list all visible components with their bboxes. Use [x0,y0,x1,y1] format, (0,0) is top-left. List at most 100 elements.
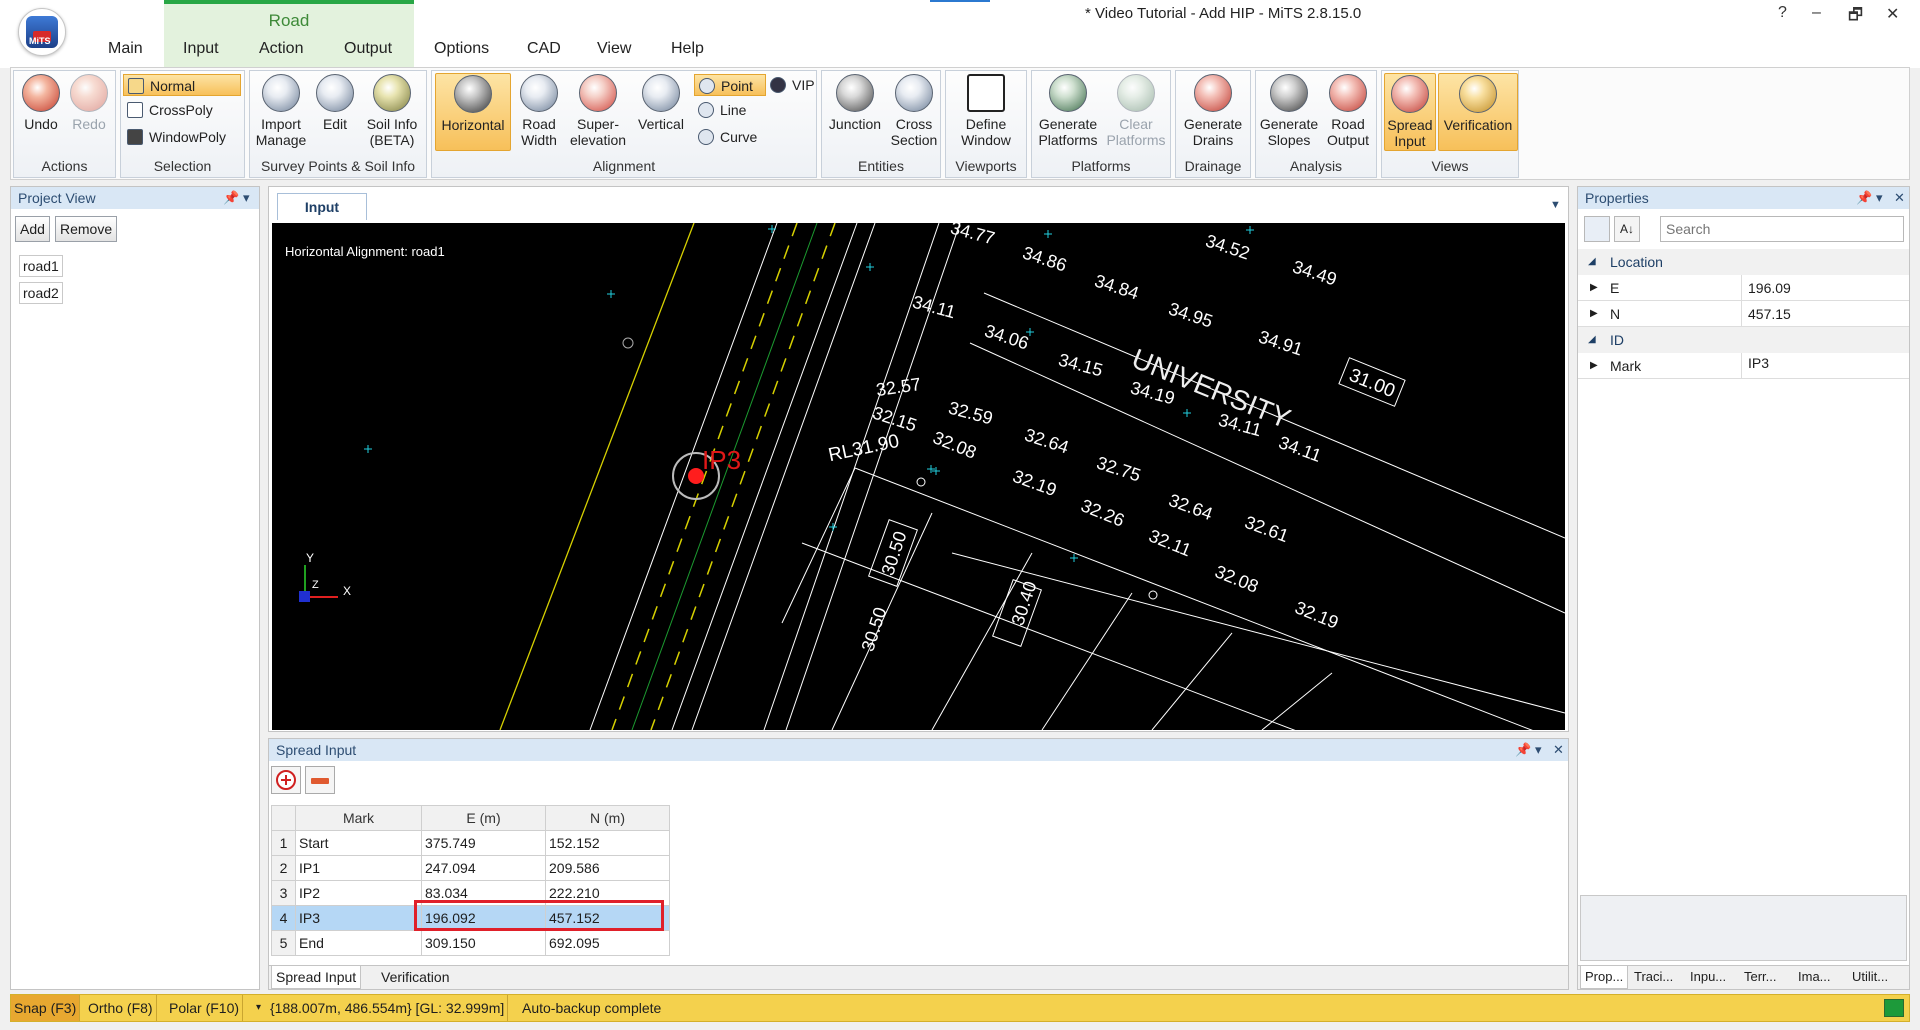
tab-help[interactable]: Help [671,40,704,58]
generate-slopes-button[interactable]: Generate Slopes [1258,73,1320,148]
line-mode-button[interactable]: Line [694,99,766,121]
cell-n[interactable]: 152.152 [545,830,670,856]
category-location[interactable]: ◢ Location [1578,249,1909,275]
cell-mark[interactable]: IP2 [295,880,422,906]
spread-input-button[interactable]: Spread Input [1384,73,1436,151]
cell-e[interactable]: 309.150 [421,930,546,956]
close-panel-icon[interactable]: ✕ [1894,187,1905,209]
tab-input-document[interactable]: Input [277,193,367,220]
col-header-e[interactable]: E (m) [421,805,546,831]
panel-menu-icon[interactable]: ▾ [1876,187,1883,209]
table-row[interactable]: 5 End 309.150 692.095 [271,930,670,956]
row-number[interactable]: 3 [271,880,296,906]
pin-icon[interactable]: 📌 [223,187,239,209]
tab-cad[interactable]: CAD [527,40,561,58]
property-row-mark[interactable]: ▶ Mark IP3 [1578,353,1909,379]
property-search-input[interactable] [1660,216,1904,242]
clear-platforms-button[interactable]: Clear Platforms [1102,73,1170,148]
property-value-e[interactable]: 196.09 [1748,275,1791,301]
point-mode-button[interactable]: Point [694,74,766,96]
tab-verification[interactable]: Verification [377,966,453,989]
row-number[interactable]: 5 [271,930,296,956]
document-menu-icon[interactable]: ▼ [1550,199,1561,211]
tab-images[interactable]: Ima... [1798,966,1831,988]
remove-road-button[interactable]: Remove [55,216,118,242]
add-row-button[interactable] [271,766,301,794]
import-manage-button[interactable]: Import Manage [253,73,309,148]
superelevation-button[interactable]: Super-elevation [565,73,631,148]
property-value-n[interactable]: 457.15 [1748,301,1791,327]
undo-button[interactable]: Undo [18,73,64,132]
tab-terrain[interactable]: Terr... [1744,966,1777,988]
panel-menu-icon[interactable]: ▾ [1535,739,1542,761]
table-row[interactable]: 2 IP1 247.094 209.586 [271,855,670,881]
categorized-view-icon[interactable] [1584,216,1610,242]
status-dropdown-icon[interactable]: ▾ [253,995,264,1021]
generate-drains-button[interactable]: Generate Drains [1179,73,1247,148]
help-icon[interactable]: ? [1778,4,1787,22]
restore-icon[interactable]: 🗗 [1848,4,1863,31]
close-panel-icon[interactable]: ✕ [1553,739,1564,761]
tab-main[interactable]: Main [108,40,143,58]
generate-platforms-button[interactable]: Generate Platforms [1034,73,1102,148]
row-number[interactable]: 4 [271,905,296,931]
road-width-button[interactable]: Road Width [514,73,564,148]
edit-survey-button[interactable]: Edit [312,73,358,132]
tab-output[interactable]: Output [344,40,392,58]
ortho-toggle[interactable]: Ortho (F8) [85,995,157,1021]
windowpoly-select-button[interactable]: WindowPoly [123,126,241,148]
property-row-e[interactable]: ▶ E 196.09 [1578,275,1909,301]
pin-icon[interactable]: 📌 [1515,739,1531,761]
cell-mark[interactable]: IP1 [295,855,422,881]
table-row[interactable]: 1 Start 375.749 152.152 [271,830,670,856]
cell-n[interactable]: 209.586 [545,855,670,881]
col-header-mark[interactable]: Mark [295,805,422,831]
col-header-n[interactable]: N (m) [545,805,670,831]
category-id[interactable]: ◢ ID [1578,327,1909,353]
redo-button[interactable]: Redo [66,73,112,132]
tab-input[interactable]: Input [183,40,219,58]
app-logo-button[interactable]: MiTS [18,8,66,56]
verification-button[interactable]: Verification [1438,73,1518,151]
vertical-alignment-button[interactable]: Vertical [632,73,690,132]
cell-n[interactable]: 692.095 [545,930,670,956]
road-output-button[interactable]: Road Output [1320,73,1376,148]
snap-toggle[interactable]: Snap (F3) [11,995,81,1021]
tab-utilities[interactable]: Utilit... [1852,966,1888,988]
tab-tracing[interactable]: Traci... [1634,966,1673,988]
row-number[interactable]: 2 [271,855,296,881]
tab-view[interactable]: View [597,40,631,58]
normal-select-button[interactable]: Normal [123,74,241,96]
junction-button[interactable]: Junction [824,73,886,132]
polar-toggle[interactable]: Polar (F10) [166,995,244,1021]
remove-row-button[interactable] [305,766,335,794]
cad-canvas[interactable]: Horizontal Alignment: road1 IP3 RL31.90 … [272,223,1565,730]
define-window-button[interactable]: Define Window [950,73,1022,148]
cell-mark[interactable]: End [295,930,422,956]
pin-icon[interactable]: 📌 [1856,187,1872,209]
property-value-mark[interactable]: IP3 [1748,350,1769,376]
tab-action[interactable]: Action [259,40,303,58]
cell-e[interactable]: 375.749 [421,830,546,856]
tab-options[interactable]: Options [434,40,489,58]
tab-spread-input[interactable]: Spread Input [271,966,362,989]
cell-mark[interactable]: Start [295,830,422,856]
project-item-road1[interactable]: road1 [19,255,63,277]
tab-properties[interactable]: Prop... [1580,966,1629,989]
property-row-n[interactable]: ▶ N 457.15 [1578,301,1909,327]
soil-info-button[interactable]: Soil Info (BETA) [360,73,424,148]
cross-section-button[interactable]: Cross Section [888,73,940,148]
vip-button[interactable]: VIP [766,74,816,96]
cell-e[interactable]: 247.094 [421,855,546,881]
curve-mode-button[interactable]: Curve [694,126,766,148]
project-item-road2[interactable]: road2 [19,282,63,304]
horizontal-alignment-button[interactable]: Horizontal [435,73,511,151]
panel-menu-icon[interactable]: ▾ [243,187,250,209]
close-icon[interactable]: ✕ [1886,4,1899,24]
tab-input-panel[interactable]: Inpu... [1690,966,1726,988]
crosspoly-select-button[interactable]: CrossPoly [123,99,241,121]
alphabetical-sort-icon[interactable]: A↓ [1614,216,1640,242]
add-road-button[interactable]: Add [15,216,50,242]
minimize-icon[interactable]: – [1812,4,1821,22]
cell-mark[interactable]: IP3 [295,905,422,931]
